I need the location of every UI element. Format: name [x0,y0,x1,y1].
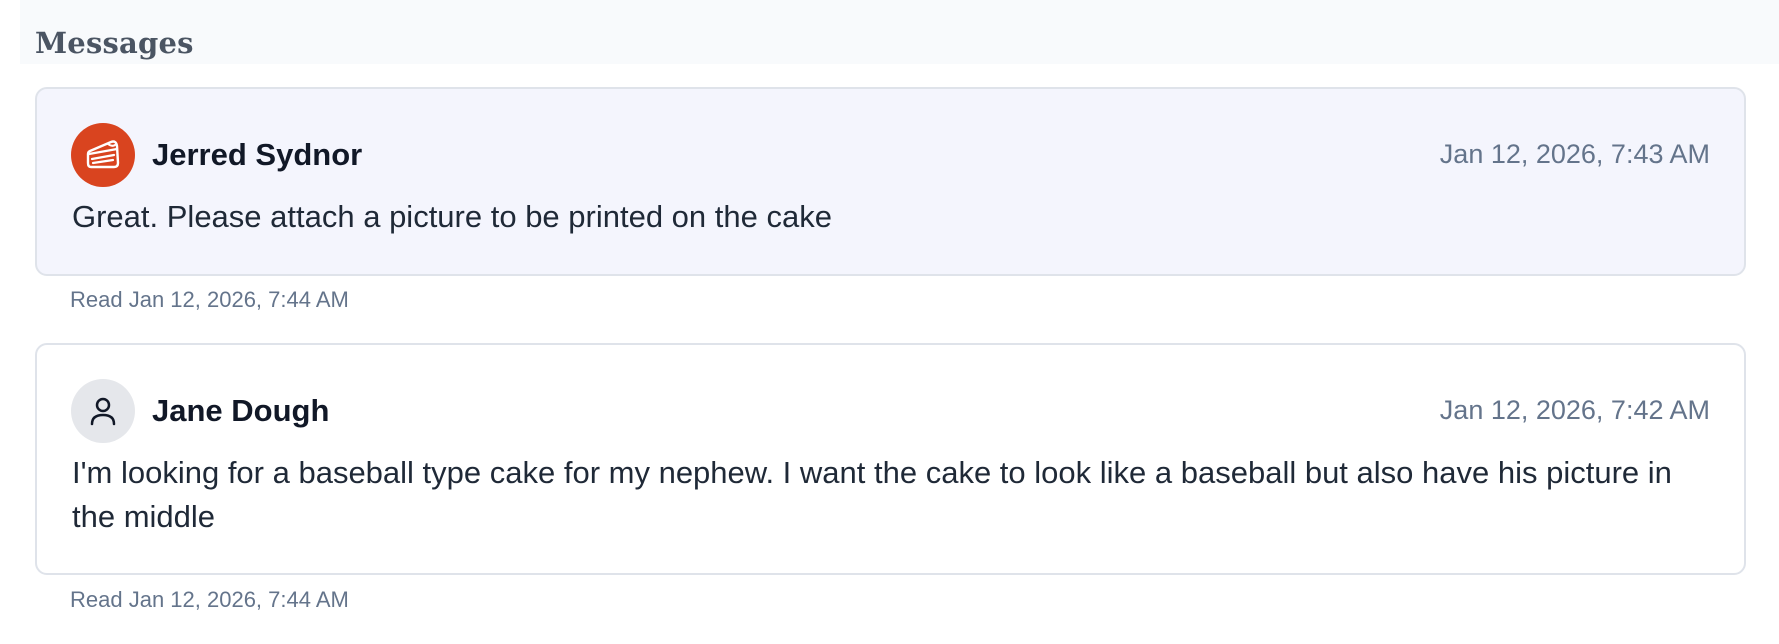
avatar [71,379,135,443]
message-text: Great. Please attach a picture to be pri… [72,199,832,234]
user-icon [86,394,120,428]
read-receipt: Read Jan 12, 2026, 7:44 AM [70,287,349,312]
messages-page: Messages Jerred Sydnor Jan 12, 2026, 7:4… [0,0,1779,644]
message-author: Jane Dough [152,393,330,428]
page-title: Messages [35,26,194,60]
message-author: Jerred Sydnor [152,137,363,172]
cake-icon [84,136,122,174]
avatar [71,123,135,187]
message-card-jerred-sydnor: Jerred Sydnor Jan 12, 2026, 7:43 AM Grea… [35,87,1746,276]
message-text: I'm looking for a baseball type cake for… [72,455,1672,534]
message-timestamp: Jan 12, 2026, 7:43 AM [1439,139,1710,169]
read-receipt: Read Jan 12, 2026, 7:44 AM [70,587,349,612]
messages-header: Messages [20,0,1779,64]
message-card-jane-dough: Jane Dough Jan 12, 2026, 7:42 AM I'm loo… [35,343,1746,575]
message-timestamp: Jan 12, 2026, 7:42 AM [1439,395,1710,425]
